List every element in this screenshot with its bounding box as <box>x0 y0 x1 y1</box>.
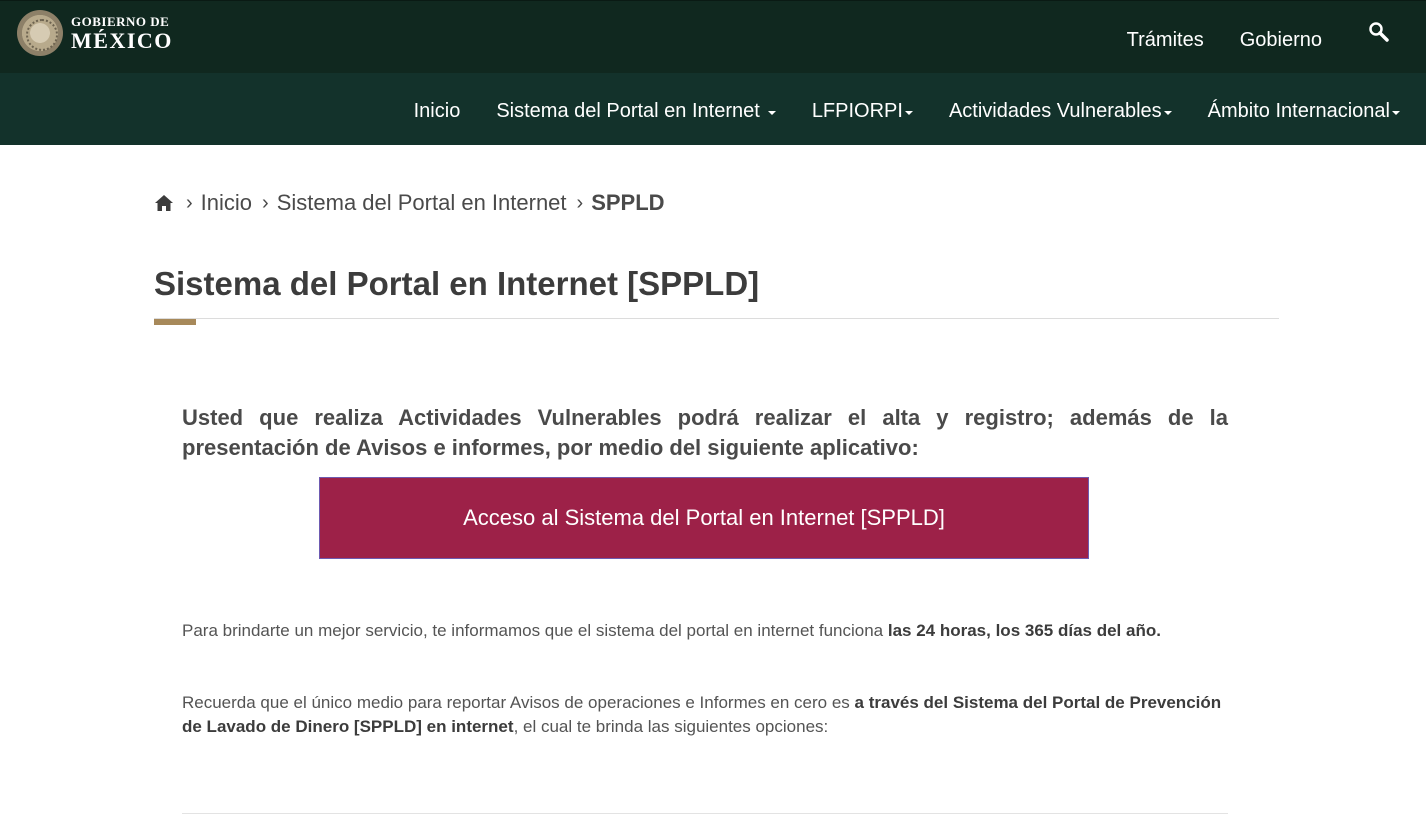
top-link-tramites[interactable]: Trámites <box>1127 29 1204 52</box>
breadcrumb-current: SPPLD <box>591 190 665 215</box>
nav-item-sistema-portal[interactable]: Sistema del Portal en Internet <box>496 100 776 123</box>
nav-item-label: Sistema del Portal en Internet <box>496 100 760 122</box>
national-seal-icon <box>17 10 63 56</box>
gobierno-mexico-logo[interactable]: GOBIERNO DE MÉXICO <box>17 10 173 56</box>
chevron-down-icon <box>904 110 913 115</box>
nav-item-label: Inicio <box>413 100 461 122</box>
home-icon[interactable] <box>154 193 174 213</box>
reporting-tail: , el cual te brinda las siguientes opcio… <box>513 717 829 736</box>
breadcrumb-sistema-portal[interactable]: Sistema del Portal en Internet <box>277 190 567 216</box>
nav-item-label: Actividades Vulnerables <box>948 100 1162 122</box>
nav-item-actividades-vulnerables[interactable]: Actividades Vulnerables <box>949 100 1172 123</box>
title-accent-bar <box>154 319 196 325</box>
logo-big-text: MÉXICO <box>71 27 173 53</box>
reporting-paragraph: Recuerda que el único medio para reporta… <box>182 691 1228 739</box>
nav-item-lfpiorpi[interactable]: LFPIORPI <box>812 100 913 123</box>
availability-text: Para brindarte un mejor servicio, te inf… <box>182 621 888 640</box>
chevron-down-icon <box>1163 110 1172 115</box>
page-title: Sistema del Portal en Internet [SPPLD] <box>154 265 760 302</box>
section-divider <box>182 813 1228 814</box>
search-icon[interactable] <box>1368 21 1390 43</box>
chevron-down-icon <box>1392 110 1400 115</box>
nav-items: Inicio Sistema del Portal en Internet LF… <box>414 100 1400 123</box>
availability-paragraph: Para brindarte un mejor servicio, te inf… <box>182 619 1228 643</box>
chevron-right-icon: › <box>186 191 193 214</box>
top-links: Trámites Gobierno <box>1127 29 1322 52</box>
title-divider <box>154 318 1279 319</box>
access-sppld-button[interactable]: Acceso al Sistema del Portal en Internet… <box>319 477 1089 559</box>
nav-item-label: LFPIORPI <box>811 100 903 122</box>
logo-text: GOBIERNO DE MÉXICO <box>71 15 173 52</box>
intro-text: Usted que realiza Actividades Vulnerable… <box>182 405 1228 460</box>
nav-item-inicio[interactable]: Inicio <box>414 100 461 123</box>
chevron-right-icon: › <box>262 191 269 214</box>
logo-small-text: GOBIERNO DE <box>71 13 170 29</box>
breadcrumb: › Inicio › Sistema del Portal en Interne… <box>154 190 665 216</box>
breadcrumb-inicio[interactable]: Inicio <box>201 190 252 216</box>
reporting-text: Recuerda que el único medio para reporta… <box>182 693 855 712</box>
nav-item-label: Ámbito Internacional <box>1207 100 1390 122</box>
top-bar: GOBIERNO DE MÉXICO Trámites Gobierno <box>0 0 1426 73</box>
chevron-down-icon <box>767 110 776 115</box>
nav-item-ambito-internacional[interactable]: Ámbito Internacional <box>1208 100 1400 123</box>
chevron-right-icon: › <box>576 191 584 214</box>
main-nav: Inicio Sistema del Portal en Internet LF… <box>0 73 1426 145</box>
top-link-gobierno[interactable]: Gobierno <box>1240 29 1322 52</box>
availability-bold: las 24 horas, los 365 días del año. <box>887 621 1161 640</box>
